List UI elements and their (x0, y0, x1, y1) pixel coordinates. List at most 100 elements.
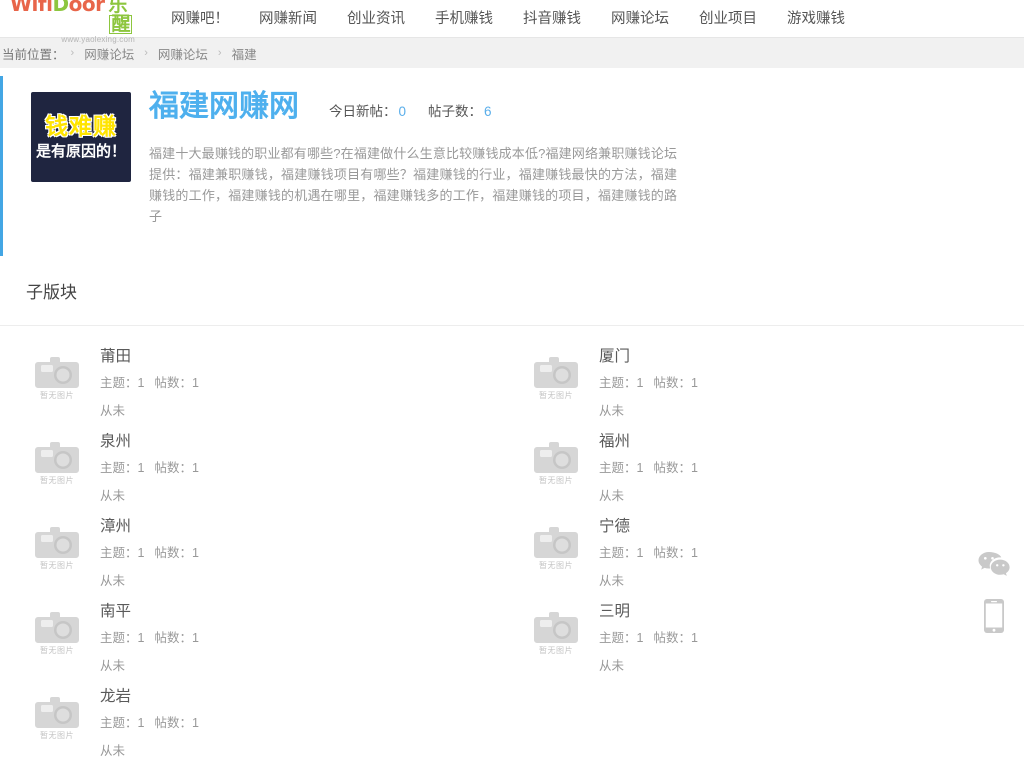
nav-item-7[interactable]: 游戏赚钱 (772, 0, 860, 38)
subforum-link[interactable]: 龙岩 (100, 686, 199, 708)
forum-description: 福建十大最赚钱的职业都有哪些?在福建做什么生意比较赚钱成本低?福建网络兼职赚钱论… (149, 145, 677, 224)
subforum-thumbnail: 暂无图片 (525, 599, 587, 655)
camera-placeholder-icon (35, 441, 79, 473)
mobile-app-button[interactable] (974, 590, 1014, 642)
thumbnail-caption: 暂无图片 (539, 390, 573, 400)
list-item[interactable]: 暂无图片 莆田 主题：1 帖数：1 从未 (26, 344, 525, 429)
topics-value: 1 (137, 375, 145, 390)
breadcrumb-separator-1: › (144, 47, 148, 59)
camera-placeholder-icon (534, 356, 578, 388)
list-item[interactable]: 暂无图片 福州 主题：1 帖数：1 从未 (525, 429, 1024, 514)
subforum-last-post: 从未 (599, 658, 625, 673)
subforum-link[interactable]: 漳州 (100, 516, 199, 538)
subforum-link[interactable]: 泉州 (100, 431, 199, 453)
posts-value: 1 (191, 545, 199, 560)
subforum-thumbnail: 暂无图片 (26, 344, 88, 400)
subforum-body: 南平 主题：1 帖数：1 从未 (88, 599, 199, 674)
subforum-link[interactable]: 莆田 (100, 346, 199, 368)
logo-brand-cn: 乐醒 (108, 0, 138, 34)
posts-label: 帖数： (653, 375, 691, 390)
subforum-section-title: 子版块 (26, 282, 77, 302)
thumbnail-caption: 暂无图片 (40, 390, 74, 400)
subforum-last-post: 从未 (100, 403, 126, 418)
posts-label: 帖数： (154, 715, 192, 730)
forum-banner-line2: 是有原因的！ (35, 143, 126, 160)
thumbnail-caption: 暂无图片 (40, 475, 74, 485)
subforum-thumbnail: 暂无图片 (26, 514, 88, 570)
logo-brand-part2: D (52, 0, 69, 16)
subforum-thumbnail: 暂无图片 (26, 599, 88, 655)
subforum-last-post: 从未 (100, 488, 126, 503)
stat-today-new-label: 今日新帖： (329, 104, 397, 119)
camera-placeholder-icon (534, 441, 578, 473)
forum-banner-line1: 钱难赚 (45, 113, 117, 139)
posts-value: 1 (191, 375, 199, 390)
topics-value: 1 (137, 715, 145, 730)
subforum-thumbnail: 暂无图片 (26, 429, 88, 485)
thumbnail-caption: 暂无图片 (539, 645, 573, 655)
subforum-link[interactable]: 厦门 (599, 346, 698, 368)
list-item[interactable]: 暂无图片 三明 主题：1 帖数：1 从未 (525, 599, 1024, 684)
posts-label: 帖数： (154, 375, 192, 390)
thumbnail-caption: 暂无图片 (539, 560, 573, 570)
breadcrumb-separator-2: › (217, 47, 222, 59)
topics-label: 主题： (599, 460, 637, 475)
topics-value: 1 (636, 375, 644, 390)
subforum-last-post: 从未 (100, 743, 126, 758)
subforum-counts: 主题：1 帖数：1 (100, 457, 199, 476)
nav-item-5[interactable]: 网赚论坛 (596, 0, 684, 38)
list-item[interactable]: 暂无图片 宁德 主题：1 帖数：1 从未 (525, 514, 1024, 599)
list-item[interactable]: 暂无图片 漳州 主题：1 帖数：1 从未 (26, 514, 525, 599)
wechat-icon (978, 552, 1010, 576)
subforum-body: 厦门 主题：1 帖数：1 从未 (587, 344, 698, 419)
stat-today-new: 今日新帖： 0 (329, 100, 406, 120)
posts-value: 1 (690, 460, 698, 475)
site-logo[interactable]: WifiDoor 乐醒 www.yaolexing.com (8, 0, 138, 44)
thumbnail-caption: 暂无图片 (40, 645, 74, 655)
subforum-last-post: 从未 (599, 403, 625, 418)
camera-placeholder-icon (35, 611, 79, 643)
topics-label: 主题： (100, 630, 138, 645)
forum-stats: 今日新帖： 0 帖子数： 6 (329, 100, 514, 120)
subforum-counts: 主题：1 帖数：1 (599, 457, 698, 476)
subforum-thumbnail: 暂无图片 (26, 684, 88, 740)
logo-brand-part1: Wifi (10, 0, 53, 16)
main-navigation: 网赚吧！ 网赚新闻 创业资讯 手机赚钱 抖音赚钱 网赚论坛 创业项目 游戏赚钱 (156, 0, 860, 38)
posts-label: 帖数： (653, 460, 691, 475)
subforum-link[interactable]: 福州 (599, 431, 698, 453)
wechat-button[interactable] (974, 538, 1014, 590)
subforum-counts: 主题：1 帖数：1 (599, 542, 698, 561)
breadcrumb: 当前位置： › 网赚论坛 › 网赚论坛 › 福建 (0, 38, 1024, 68)
main-content: 钱难赚 是有原因的！ 福建网赚网 今日新帖： 0 帖子数： 6 福建十大最赚钱的职业… (0, 76, 1024, 768)
subforum-thumbnail: 暂无图片 (525, 514, 587, 570)
page-title: 福建网赚网 (149, 90, 299, 123)
subforum-counts: 主题：1 帖数：1 (599, 627, 698, 646)
list-item[interactable]: 暂无图片 厦门 主题：1 帖数：1 从未 (525, 344, 1024, 429)
subforum-body: 莆田 主题：1 帖数：1 从未 (88, 344, 199, 419)
nav-item-2[interactable]: 创业资讯 (332, 0, 420, 38)
list-item[interactable]: 暂无图片 南平 主题：1 帖数：1 从未 (26, 599, 525, 684)
nav-item-4[interactable]: 抖音赚钱 (508, 0, 596, 38)
camera-placeholder-icon (35, 356, 79, 388)
posts-value: 1 (191, 630, 199, 645)
camera-placeholder-icon (35, 526, 79, 558)
list-item[interactable]: 暂无图片 龙岩 主题：1 帖数：1 从未 (26, 684, 525, 768)
subforum-counts: 主题：1 帖数：1 (100, 712, 199, 731)
topics-label: 主题： (599, 375, 637, 390)
breadcrumb-item-1[interactable]: 网赚论坛 (154, 44, 212, 63)
nav-item-3[interactable]: 手机赚钱 (420, 0, 508, 38)
nav-item-6[interactable]: 创业项目 (684, 0, 772, 38)
list-item[interactable]: 暂无图片 泉州 主题：1 帖数：1 从未 (26, 429, 525, 514)
forum-header-block: 钱难赚 是有原因的！ 福建网赚网 今日新帖： 0 帖子数： 6 福建十大最赚钱的职业… (0, 76, 1024, 256)
floating-side-toolbar (974, 538, 1014, 642)
section-divider (0, 324, 1024, 326)
nav-item-1[interactable]: 网赚新闻 (244, 0, 332, 38)
subforum-link[interactable]: 宁德 (599, 516, 698, 538)
breadcrumb-item-0[interactable]: 网赚论坛 (80, 44, 138, 63)
stat-post-count-value: 6 (484, 104, 492, 119)
subforum-body: 福州 主题：1 帖数：1 从未 (587, 429, 698, 504)
topics-label: 主题： (100, 375, 138, 390)
nav-item-0[interactable]: 网赚吧！ (156, 0, 244, 38)
subforum-link[interactable]: 南平 (100, 601, 199, 623)
subforum-link[interactable]: 三明 (599, 601, 698, 623)
